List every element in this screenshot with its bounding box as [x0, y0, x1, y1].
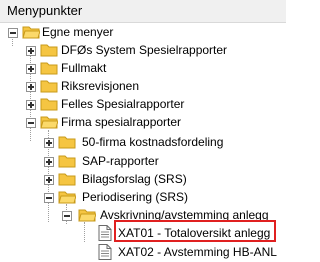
document-icon	[98, 225, 112, 241]
folder-icon	[40, 80, 58, 93]
folder-icon	[40, 62, 58, 75]
folder-open-icon	[22, 26, 40, 39]
collapse-toggle[interactable]	[62, 211, 72, 221]
folder-open-icon	[78, 209, 96, 222]
tree-node-label: Riksrevisjonen	[61, 79, 140, 93]
tree-node-label: Firma spesialrapporter	[61, 115, 182, 129]
expand-toggle[interactable]	[26, 82, 36, 92]
document-icon	[98, 244, 112, 260]
tree-node-label: Egne menyer	[42, 25, 114, 39]
tree-node-label: SAP-rapporter	[82, 154, 159, 168]
tree-node-riksrevisjonen[interactable]: Riksrevisjonen	[0, 76, 286, 96]
folder-icon	[58, 136, 76, 149]
folder-open-icon	[40, 116, 58, 129]
expand-toggle[interactable]	[44, 175, 54, 185]
tree-node-felles-spesialrapporter[interactable]: Felles Spesialrapporter	[0, 94, 286, 114]
tree-node-label: Periodisering (SRS)	[82, 190, 189, 204]
panel-header: Menypunkter	[0, 0, 286, 23]
expand-toggle[interactable]	[44, 157, 54, 167]
menu-tree[interactable]: Egne menyer DFØs System Spesielrapporter…	[0, 22, 286, 261]
tree-node-label: Felles Spesialrapporter	[61, 97, 185, 111]
expand-toggle[interactable]	[26, 100, 36, 110]
tree-node-dfos-system-spesielrapporter[interactable]: DFØs System Spesielrapporter	[0, 40, 286, 60]
tree-node-label: Fullmakt	[61, 61, 107, 75]
collapse-toggle[interactable]	[26, 118, 36, 128]
tree-node-periodisering-srs[interactable]: Periodisering (SRS)	[0, 187, 286, 207]
tree-node-label: XAT02 - Avstemming HB-ANL	[118, 245, 277, 259]
tree-node-firma-spesialrapporter[interactable]: Firma spesialrapporter	[0, 112, 286, 132]
expand-toggle[interactable]	[26, 64, 36, 74]
tree-node-label: Bilagsforslag (SRS)	[82, 172, 187, 186]
tree-node-label: DFØs System Spesielrapporter	[61, 43, 228, 57]
tree-node-label: 50-firma kostnadsfordeling	[82, 135, 224, 149]
tree-node-egne-menyer[interactable]: Egne menyer	[0, 22, 286, 42]
tree-node-sap-rapporter[interactable]: SAP-rapporter	[0, 151, 286, 171]
collapse-toggle[interactable]	[44, 193, 54, 203]
folder-icon	[58, 155, 76, 168]
tree-node-xat02-avstemming-hb-anl[interactable]: XAT02 - Avstemming HB-ANL	[0, 242, 286, 262]
expand-toggle[interactable]	[26, 46, 36, 56]
collapse-toggle[interactable]	[8, 28, 18, 38]
folder-icon	[58, 173, 76, 186]
folder-open-icon	[58, 191, 76, 204]
tree-node-bilagsforslag-srs[interactable]: Bilagsforslag (SRS)	[0, 169, 286, 189]
panel-title: Menypunkter	[7, 3, 83, 18]
tree-node-fullmakt[interactable]: Fullmakt	[0, 58, 286, 78]
tree-node-50-firma-kostnadsfordeling[interactable]: 50-firma kostnadsfordeling	[0, 132, 286, 152]
folder-icon	[40, 98, 58, 111]
folder-icon	[40, 44, 58, 57]
highlight-box	[114, 220, 276, 242]
expand-toggle[interactable]	[44, 138, 54, 148]
